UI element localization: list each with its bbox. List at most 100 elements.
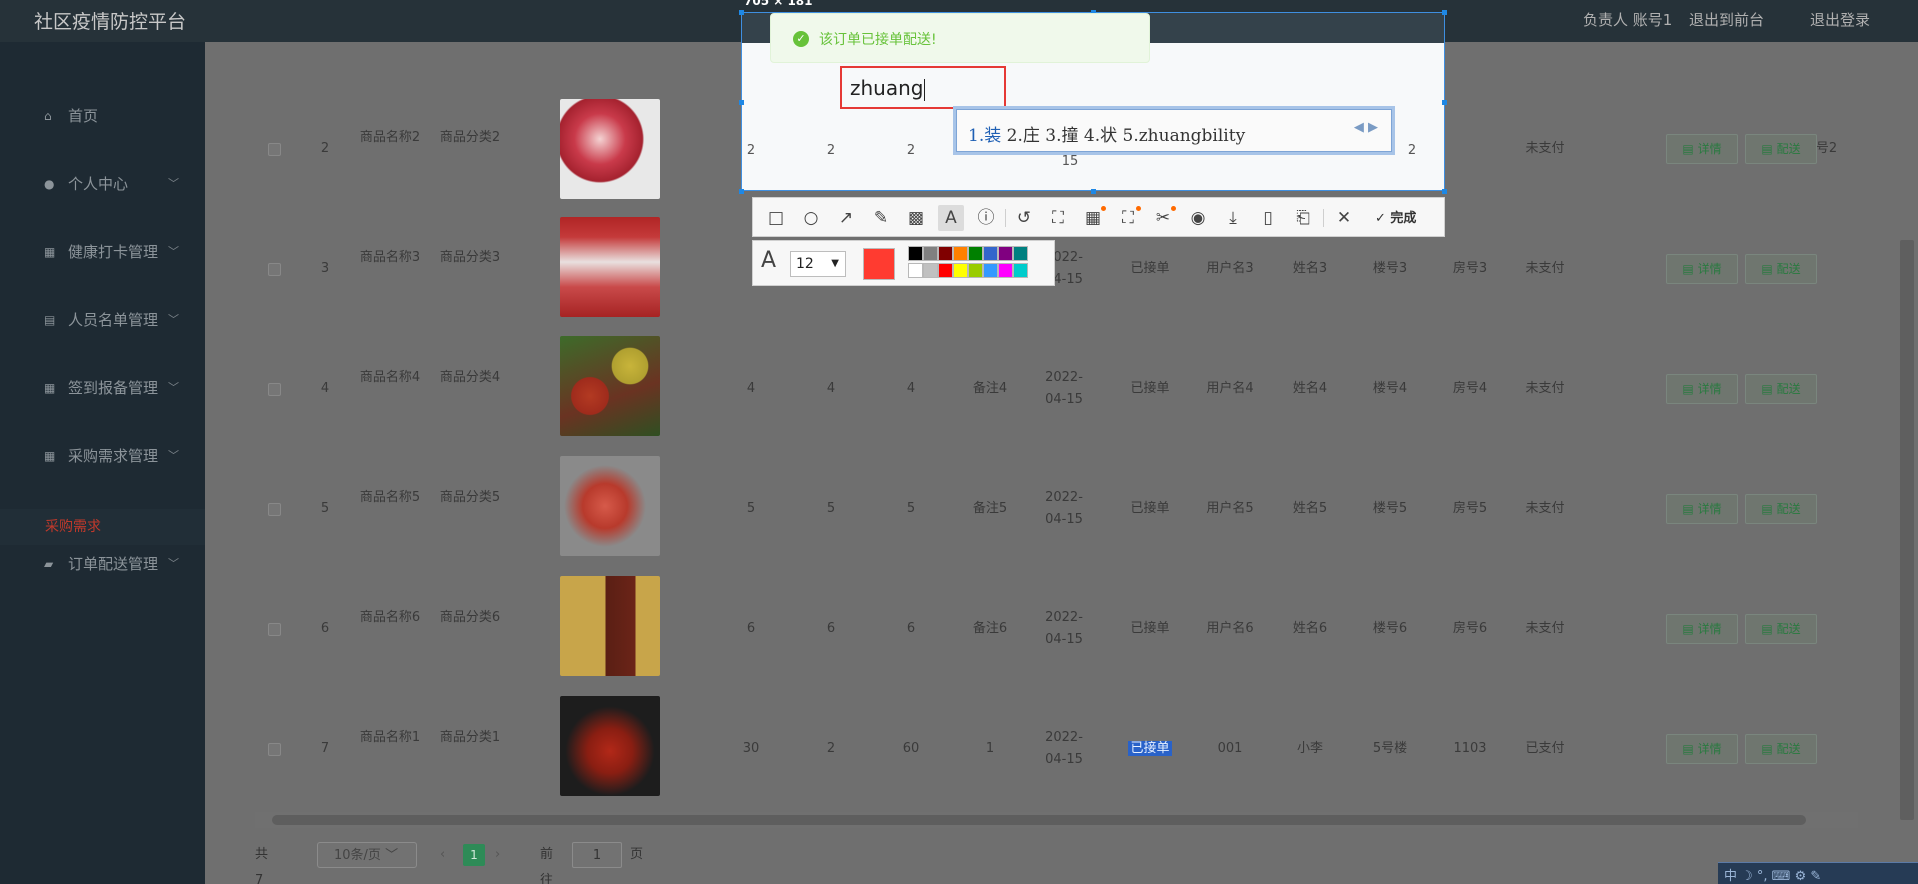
row-checkbox[interactable]: [268, 503, 281, 516]
sidebar-item-delivery[interactable]: ▰ 订单配送管理 ﹀: [0, 539, 205, 589]
undo-icon[interactable]: ↺: [1011, 205, 1037, 231]
pay-status: 未支付: [1525, 621, 1565, 636]
color-swatch[interactable]: [953, 263, 968, 278]
front-link[interactable]: 退出到前台: [1689, 9, 1764, 30]
sidebar-item-label: 健康打卡管理: [68, 243, 159, 261]
sidebar-item-label: 采购需求管理: [68, 447, 159, 465]
color-swatch[interactable]: [968, 263, 983, 278]
color-swatch[interactable]: [908, 246, 923, 261]
quantity: 4: [746, 381, 756, 396]
prev-page-icon[interactable]: ‹: [440, 842, 445, 868]
sidebar-item-home[interactable]: ⌂ 首页: [0, 91, 205, 141]
check-circle-icon: ✓: [793, 31, 809, 47]
next-page-icon[interactable]: ›: [495, 842, 500, 868]
arrow-tool-icon[interactable]: ↗: [833, 205, 859, 231]
translate-icon[interactable]: ▦: [1080, 205, 1106, 231]
ime-candidates[interactable]: 1.装 2.庄 3.撞 4.状 5.zhuangbility: [968, 121, 1245, 146]
deliver-button[interactable]: ▤ 配送: [1745, 614, 1817, 644]
sidebar-item-profile[interactable]: ● 个人中心 ﹀: [0, 159, 205, 209]
color-swatch[interactable]: [998, 246, 1013, 261]
color-swatch[interactable]: [998, 263, 1013, 278]
ime-other-candidates[interactable]: 2.庄 3.撞 4.状 5.zhuangbility: [1007, 126, 1246, 146]
resize-handle[interactable]: [1442, 189, 1447, 194]
resize-handle[interactable]: [1091, 189, 1096, 194]
color-swatch[interactable]: [983, 263, 998, 278]
crop-icon[interactable]: ⛶: [1045, 205, 1071, 231]
vertical-scrollbar[interactable]: [1900, 240, 1914, 820]
deliver-button[interactable]: ▤ 配送: [1745, 734, 1817, 764]
current-page[interactable]: 1: [463, 844, 485, 866]
font-size-select[interactable]: 12 ▼: [790, 251, 846, 277]
done-button[interactable]: ✓ 完成: [1375, 207, 1416, 226]
color-swatch[interactable]: [938, 246, 953, 261]
tray-icons[interactable]: 中 ☽ °, ⌨ ⚙ ✎: [1724, 865, 1821, 884]
number-tool-icon[interactable]: ⓘ: [973, 205, 999, 231]
resize-handle[interactable]: [739, 189, 744, 194]
color-swatch[interactable]: [968, 246, 983, 261]
deliver-button[interactable]: ▤ 配送: [1745, 254, 1817, 284]
ocr-icon[interactable]: ⛶: [1115, 205, 1141, 231]
color-swatch[interactable]: [1013, 263, 1028, 278]
ellipse-tool-icon[interactable]: ○: [798, 205, 824, 231]
price: 5: [826, 501, 836, 516]
deliver-button[interactable]: ▤ 配送: [1745, 374, 1817, 404]
ime-first-candidate[interactable]: 1.装: [968, 126, 1001, 146]
sidebar-item-signin[interactable]: ▦ 签到报备管理 ﹀: [0, 363, 205, 413]
color-swatch[interactable]: [983, 246, 998, 261]
ime-page-arrows-icon[interactable]: ◀ ▶: [1354, 120, 1378, 135]
close-icon[interactable]: ✕: [1331, 205, 1357, 231]
resize-handle[interactable]: [739, 100, 744, 105]
goto-page-input[interactable]: 1: [572, 842, 622, 868]
download-icon[interactable]: ⤓: [1220, 205, 1246, 231]
color-swatch[interactable]: [908, 263, 923, 278]
detail-button[interactable]: ▤ 详情: [1666, 254, 1738, 284]
quantity: 6: [746, 621, 756, 636]
detail-label: 详情: [1697, 382, 1722, 396]
text-options-panel: A 12 ▼: [752, 240, 1055, 286]
sidebar-item-purchase[interactable]: ▦ 采购需求管理 ﹀: [0, 431, 205, 481]
resize-handle[interactable]: [1442, 10, 1447, 15]
horizontal-scrollbar-thumb[interactable]: [272, 815, 1806, 825]
product-category: 商品分类3: [439, 250, 501, 265]
resize-handle[interactable]: [1442, 100, 1447, 105]
row-checkbox[interactable]: [268, 623, 281, 636]
bookmark-icon[interactable]: ⎗: [1290, 205, 1316, 231]
detail-button[interactable]: ▤ 详情: [1666, 494, 1738, 524]
phone-icon[interactable]: ▯: [1255, 205, 1281, 231]
rectangle-tool-icon[interactable]: □: [763, 205, 789, 231]
done-label: 完成: [1390, 211, 1417, 226]
mosaic-tool-icon[interactable]: ▩: [903, 205, 929, 231]
deliver-button[interactable]: ▤ 配送: [1745, 494, 1817, 524]
color-swatch[interactable]: [938, 263, 953, 278]
sidebar-item-people[interactable]: ▤ 人员名单管理 ﹀: [0, 295, 205, 345]
page-size-select[interactable]: 10条/页 ﹀: [317, 842, 417, 868]
record-icon[interactable]: ◉: [1185, 205, 1211, 231]
detail-button[interactable]: ▤ 详情: [1666, 614, 1738, 644]
text-annotation-input[interactable]: zhuang: [850, 76, 926, 101]
color-swatch[interactable]: [1013, 246, 1028, 261]
pen-tool-icon[interactable]: ✎: [868, 205, 894, 231]
detail-button[interactable]: ▤ 详情: [1666, 734, 1738, 764]
row-checkbox[interactable]: [268, 143, 281, 156]
text-tool-icon[interactable]: A: [938, 205, 964, 231]
color-swatch[interactable]: [953, 246, 968, 261]
current-color-swatch[interactable]: [863, 248, 895, 280]
deliver-label: 配送: [1776, 742, 1801, 756]
resize-handle[interactable]: [739, 10, 744, 15]
color-swatch[interactable]: [923, 263, 938, 278]
detail-button[interactable]: ▤ 详情: [1666, 134, 1738, 164]
logout-link[interactable]: 退出登录: [1810, 9, 1870, 30]
building: 楼号4: [1372, 381, 1408, 396]
product-image: [560, 456, 660, 556]
pin-icon[interactable]: ✂: [1150, 205, 1176, 231]
row-checkbox[interactable]: [268, 743, 281, 756]
row-checkbox[interactable]: [268, 263, 281, 276]
row-checkbox[interactable]: [268, 383, 281, 396]
real-name: 姓名6: [1292, 621, 1328, 636]
deliver-button[interactable]: ▤ 配送: [1745, 134, 1817, 164]
detail-button[interactable]: ▤ 详情: [1666, 374, 1738, 404]
text-annotation-box[interactable]: zhuang: [840, 66, 1006, 109]
color-swatch[interactable]: [923, 246, 938, 261]
ime-candidate-window[interactable]: 1.装 2.庄 3.撞 4.状 5.zhuangbility ◀ ▶: [953, 106, 1395, 155]
sidebar-item-health[interactable]: ▦ 健康打卡管理 ﹀: [0, 227, 205, 277]
